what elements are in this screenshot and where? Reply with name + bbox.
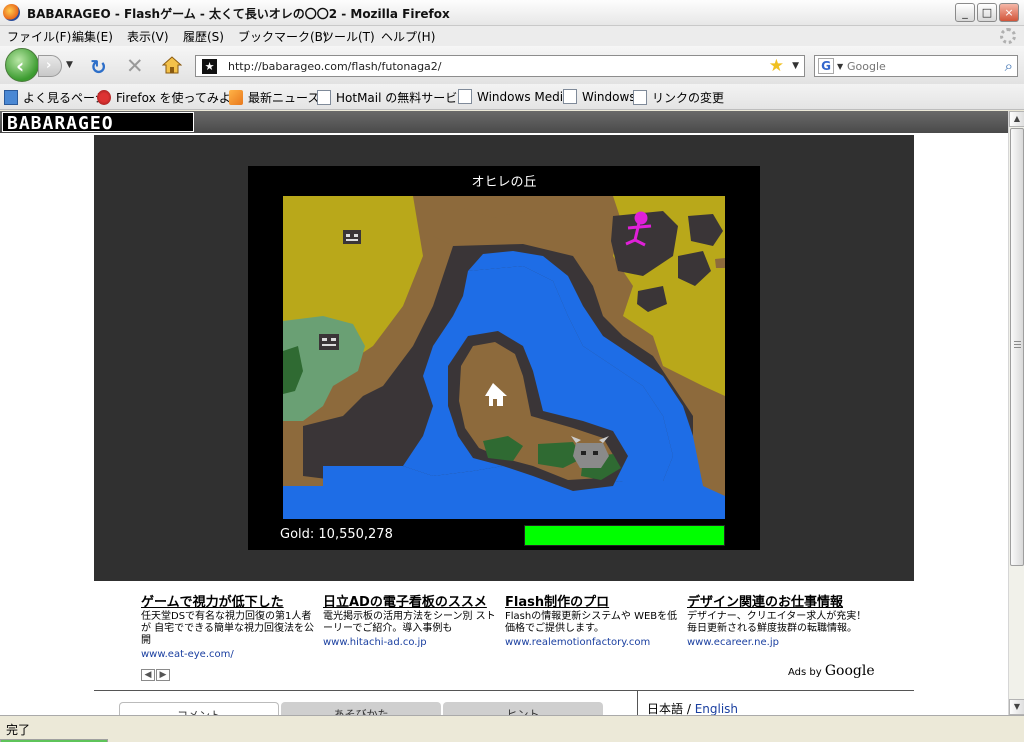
menu-tools[interactable]: ツール(T) bbox=[322, 28, 375, 45]
stop-icon[interactable]: ✕ bbox=[126, 54, 144, 78]
vertical-scrollbar[interactable]: ▲ ▼ bbox=[1008, 111, 1024, 715]
bookmark-customize-links[interactable]: リンクの変更 bbox=[633, 89, 724, 105]
menu-view[interactable]: 表示(V) bbox=[127, 28, 169, 45]
menu-help[interactable]: ヘルプ(H) bbox=[381, 28, 435, 45]
bookmarks-toolbar: よく見るページ Firefox を使ってみよう 最新ニュース HotMail の… bbox=[0, 84, 1024, 110]
ad-title[interactable]: ゲームで視力が低下した bbox=[141, 591, 321, 610]
tab-comments[interactable]: コメント bbox=[119, 702, 279, 715]
menu-history[interactable]: 履歴(S) bbox=[183, 28, 224, 45]
bookmark-getting-started[interactable]: Firefox を使ってみよう bbox=[97, 89, 243, 105]
minimize-button[interactable]: _ bbox=[955, 3, 975, 22]
menu-file[interactable]: ファイル(F) bbox=[7, 28, 71, 45]
ad-navigation: ◀ ▶ bbox=[141, 666, 171, 681]
ad-unit: ゲームで視力が低下した 任天堂DSで有名な視力回復の第1人者が 自宅でできる簡単… bbox=[141, 591, 321, 660]
bookmark-latest-news[interactable]: 最新ニュース bbox=[229, 89, 319, 105]
navigation-toolbar: ‹ › ▼ ↻ ✕ ★ http://babarageo.com/flash/f… bbox=[0, 46, 1024, 84]
bookmark-windows[interactable]: Windows bbox=[563, 89, 636, 105]
lang-english-link[interactable]: English bbox=[695, 702, 738, 715]
search-bar[interactable]: G ▼ ⌕ bbox=[814, 55, 1018, 77]
ad-unit: 日立ADの電子看板のススメ 電光掲示板の活用方法をシーン別 ストーリーでご紹介。… bbox=[323, 591, 503, 648]
ad-url[interactable]: www.realemotionfactory.com bbox=[505, 637, 685, 648]
language-switcher: 日本語 / English bbox=[647, 702, 739, 715]
site-favicon-icon: ★ bbox=[202, 59, 217, 74]
map-title: オヒレの丘 bbox=[471, 175, 537, 190]
rss-icon bbox=[229, 90, 243, 105]
home-icon[interactable] bbox=[162, 56, 182, 74]
game-panel: オヒレの丘 Gold: 10,550,278 bbox=[94, 135, 914, 581]
google-engine-icon[interactable]: G bbox=[818, 58, 834, 74]
title-bar: BABARAGEO - Flashゲーム - 太くて長いオレの〇〇2 - Moz… bbox=[0, 0, 1024, 26]
search-input[interactable] bbox=[847, 58, 987, 74]
ad-description: 電光掲示板の活用方法をシーン別 ストーリーでご紹介。導入事例も bbox=[323, 611, 496, 634]
forward-button[interactable]: › bbox=[38, 55, 62, 77]
scroll-down-icon[interactable]: ▼ bbox=[1009, 699, 1024, 715]
firefox-icon bbox=[3, 4, 20, 21]
bookmark-folder-icon bbox=[4, 90, 18, 105]
page-content: BABARAGEO オヒレの丘 Gold: 10,550,278 ゲームで視力が… bbox=[0, 111, 1008, 715]
menu-bookmarks[interactable]: ブックマーク(B) bbox=[238, 28, 328, 45]
hp-bar bbox=[524, 525, 725, 546]
bookmark-hotmail[interactable]: HotMail の無料サービス bbox=[317, 89, 469, 105]
page-icon bbox=[563, 89, 577, 104]
ad-title[interactable]: 日立ADの電子看板のススメ bbox=[323, 591, 503, 610]
scroll-thumb[interactable] bbox=[1010, 128, 1024, 566]
throbber-icon bbox=[1000, 28, 1016, 44]
back-button[interactable]: ‹ bbox=[5, 48, 39, 82]
lang-japanese[interactable]: 日本語 bbox=[647, 702, 683, 715]
ad-url[interactable]: www.hitachi-ad.co.jp bbox=[323, 637, 503, 648]
search-icon[interactable]: ⌕ bbox=[1005, 57, 1013, 75]
ad-description: デザイナー、クリエイター求人が充実！毎日更新される鮮度抜群の転職情報。 bbox=[687, 611, 867, 634]
hp-bar-fill bbox=[525, 526, 724, 545]
menu-edit[interactable]: 編集(E) bbox=[72, 28, 113, 45]
page-icon bbox=[317, 90, 331, 105]
reload-icon[interactable]: ↻ bbox=[90, 55, 107, 79]
engine-dropdown-icon[interactable]: ▼ bbox=[837, 62, 843, 71]
flash-game[interactable]: オヒレの丘 Gold: 10,550,278 bbox=[248, 166, 760, 550]
site-logo[interactable]: BABARAGEO bbox=[2, 112, 194, 134]
bookmark-star-icon[interactable]: ★ bbox=[769, 56, 784, 76]
ad-description: Flashの情報更新システムや WEBを低価格でご提供します。 bbox=[505, 611, 678, 634]
url-text[interactable]: http://babarageo.com/flash/futonaga2/ bbox=[228, 60, 442, 73]
status-text: 完了 bbox=[6, 723, 31, 737]
section-divider bbox=[94, 690, 914, 691]
site-header: BABARAGEO bbox=[0, 111, 1008, 134]
maximize-button[interactable]: □ bbox=[977, 3, 997, 22]
page-icon bbox=[458, 89, 472, 104]
window-title: BABARAGEO - Flashゲーム - 太くて長いオレの〇〇2 - Moz… bbox=[27, 7, 450, 21]
column-divider bbox=[637, 690, 638, 715]
url-bar[interactable]: ★ http://babarageo.com/flash/futonaga2/ … bbox=[195, 55, 805, 77]
ad-description: 任天堂DSで有名な視力回復の第1人者が 自宅でできる簡単な視力回復法を公開 bbox=[141, 611, 314, 646]
page-icon bbox=[633, 90, 647, 105]
gold-counter: Gold: 10,550,278 bbox=[280, 527, 393, 542]
back-arrow-icon: ‹ bbox=[16, 54, 25, 78]
game-map[interactable] bbox=[283, 196, 725, 519]
ad-title[interactable]: Flash制作のプロ bbox=[505, 591, 685, 610]
menu-bar: ファイル(F) 編集(E) 表示(V) 履歴(S) ブックマーク(B) ツール(… bbox=[0, 26, 1024, 46]
url-dropdown-icon[interactable]: ▼ bbox=[792, 61, 799, 71]
tab-how-to-play[interactable]: あそびかた bbox=[281, 702, 441, 715]
ad-prev-icon[interactable]: ◀ bbox=[141, 669, 155, 681]
grip-icon bbox=[1014, 341, 1021, 349]
bookmark-most-visited[interactable]: よく見るページ bbox=[4, 89, 107, 105]
tab-hints[interactable]: ヒント bbox=[443, 702, 603, 715]
status-bar: 完了 bbox=[0, 715, 1024, 742]
history-dropdown-icon[interactable]: ▼ bbox=[66, 60, 73, 70]
ad-unit: デザイン関連のお仕事情報 デザイナー、クリエイター求人が充実！毎日更新される鮮度… bbox=[687, 591, 867, 648]
ad-unit: Flash制作のプロ Flashの情報更新システムや WEBを低価格でご提供しま… bbox=[505, 591, 685, 648]
ads-by-google[interactable]: Ads by Google bbox=[788, 663, 875, 679]
ad-url[interactable]: www.ecareer.ne.jp bbox=[687, 637, 867, 648]
forward-arrow-icon: › bbox=[46, 58, 52, 73]
scroll-up-icon[interactable]: ▲ bbox=[1009, 111, 1024, 127]
ad-url[interactable]: www.eat-eye.com/ bbox=[141, 649, 321, 660]
close-button[interactable]: × bbox=[999, 3, 1019, 22]
ad-next-icon[interactable]: ▶ bbox=[156, 669, 170, 681]
ad-title[interactable]: デザイン関連のお仕事情報 bbox=[687, 591, 867, 610]
firefox-icon bbox=[97, 90, 111, 105]
bookmark-windows-media[interactable]: Windows Media bbox=[458, 89, 570, 105]
